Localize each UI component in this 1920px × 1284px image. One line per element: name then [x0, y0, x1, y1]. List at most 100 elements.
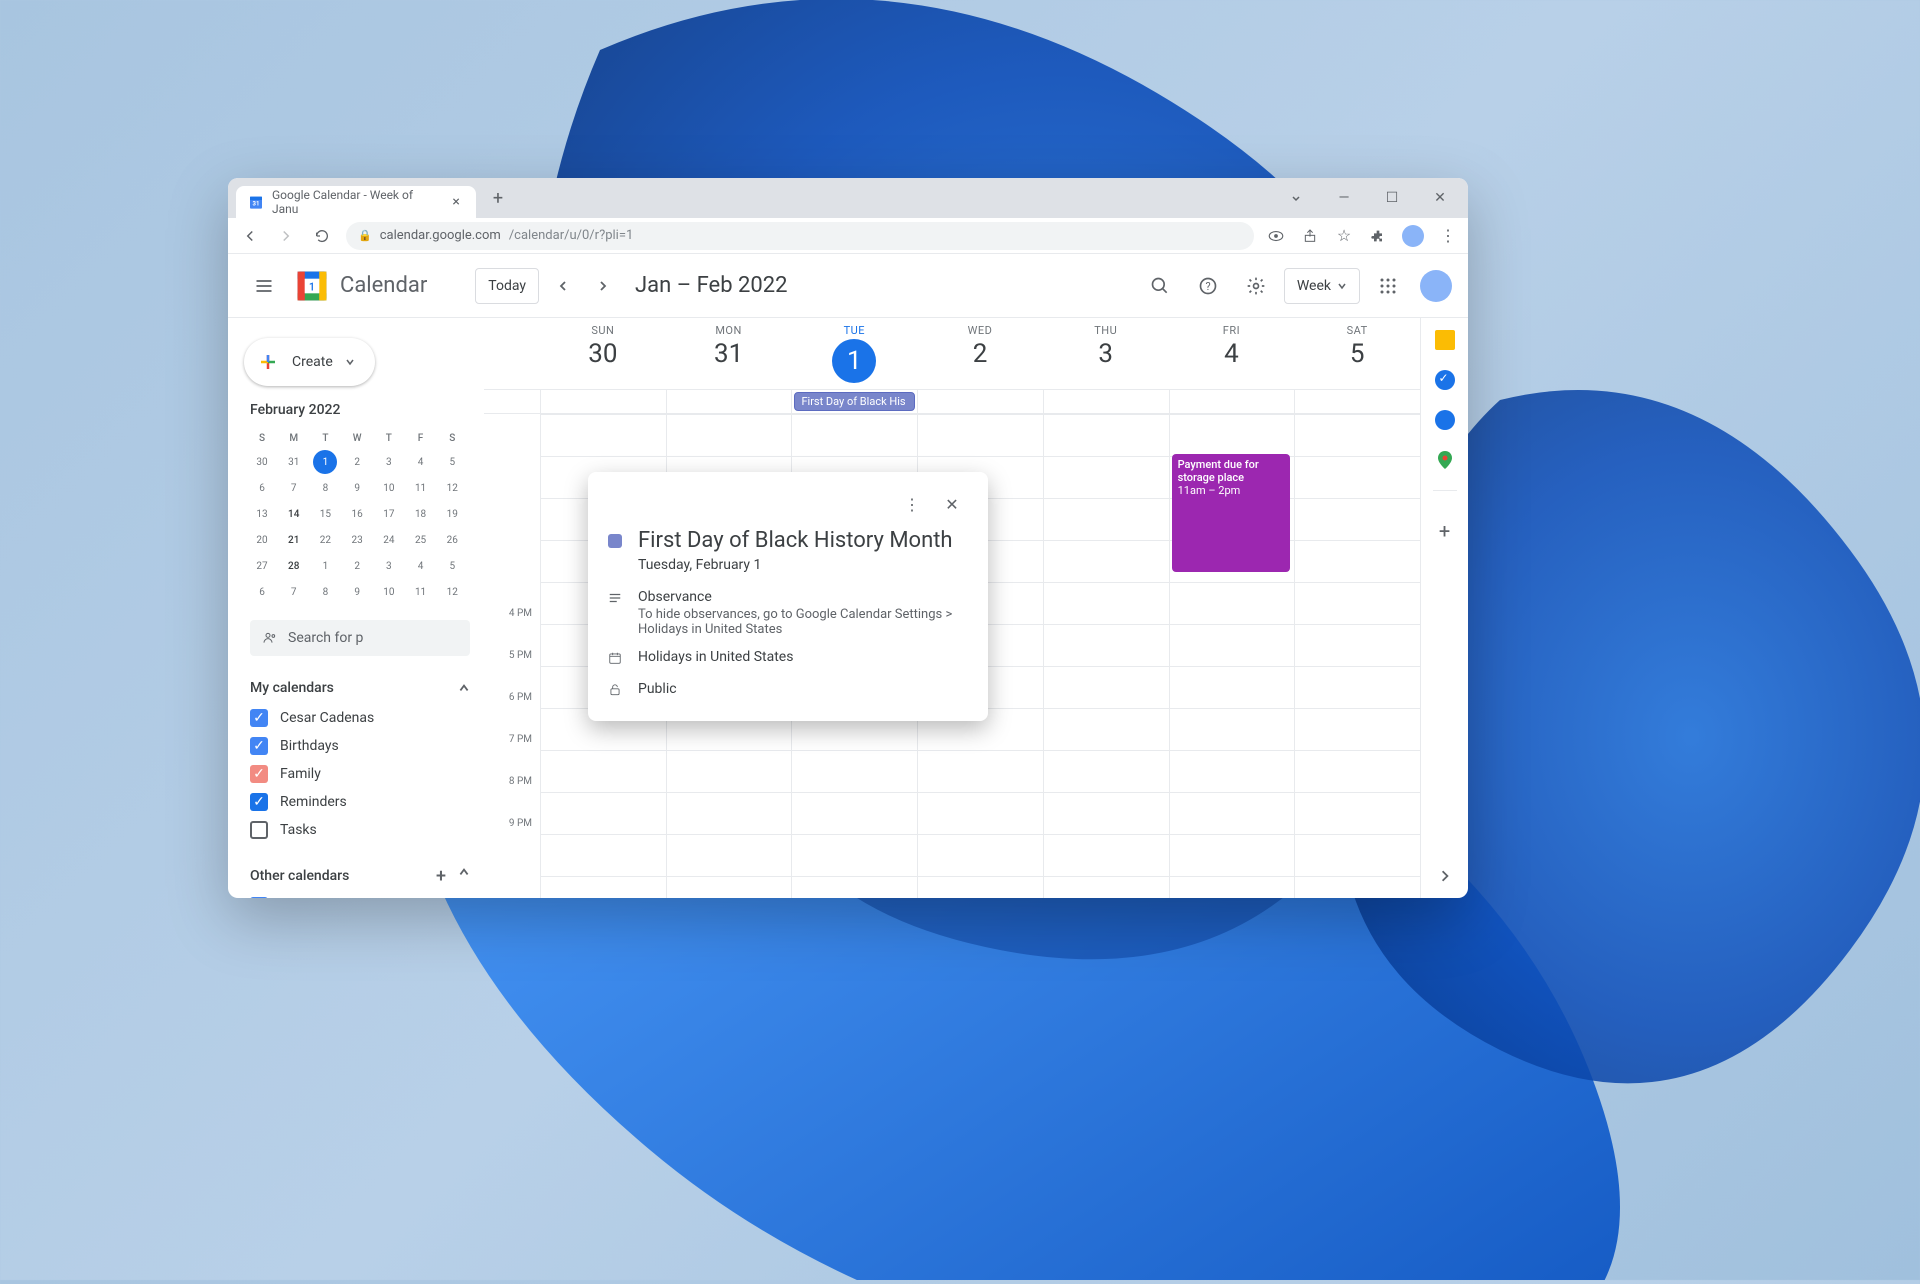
mini-day[interactable]: 15 — [313, 502, 337, 526]
mini-day[interactable]: 18 — [409, 502, 433, 526]
mini-day[interactable]: 14 — [282, 502, 306, 526]
mini-day[interactable]: 26 — [440, 528, 464, 552]
browser-profile-avatar[interactable] — [1402, 225, 1424, 247]
my-calendars-toggle[interactable]: My calendars — [250, 672, 470, 704]
mini-day[interactable]: 12 — [440, 580, 464, 604]
today-button[interactable]: Today — [475, 268, 539, 304]
day-header[interactable]: SUN30 — [540, 318, 666, 389]
view-selector[interactable]: Week — [1284, 268, 1360, 304]
mini-day[interactable]: 7 — [282, 476, 306, 500]
allday-cell[interactable] — [540, 390, 666, 413]
day-column[interactable]: Payment due for storage place11am – 2pm — [1169, 414, 1295, 898]
new-tab-button[interactable]: + — [484, 184, 512, 212]
day-column[interactable] — [1043, 414, 1169, 898]
allday-event[interactable]: First Day of Black His — [794, 392, 915, 411]
mini-day[interactable]: 7 — [282, 580, 306, 604]
tasks-icon[interactable] — [1435, 370, 1455, 390]
nav-forward-button[interactable] — [274, 224, 298, 248]
mini-day[interactable]: 20 — [250, 528, 274, 552]
share-icon[interactable] — [1300, 226, 1320, 246]
allday-cell[interactable] — [917, 390, 1043, 413]
mini-day[interactable]: 1 — [313, 554, 337, 578]
create-button[interactable]: Create — [244, 338, 375, 386]
window-close-button[interactable]: ✕ — [1420, 183, 1460, 213]
mini-day[interactable]: 22 — [313, 528, 337, 552]
window-minimize-button[interactable]: — — [1324, 183, 1364, 213]
day-header[interactable]: FRI4 — [1169, 318, 1295, 389]
mini-day[interactable]: 23 — [345, 528, 369, 552]
next-week-button[interactable] — [587, 270, 619, 302]
calendar-item[interactable]: ✓Cesar Cadenas — [250, 704, 470, 732]
add-addon-button[interactable]: + — [1439, 519, 1450, 543]
mini-day[interactable]: 17 — [377, 502, 401, 526]
extensions-icon[interactable] — [1368, 226, 1388, 246]
popup-options-button[interactable]: ⋮ — [896, 488, 928, 520]
mini-day[interactable]: 11 — [409, 476, 433, 500]
allday-cell[interactable]: First Day of Black His — [791, 390, 917, 413]
bookmark-star-icon[interactable]: ☆ — [1334, 226, 1354, 246]
close-tab-icon[interactable]: × — [448, 194, 464, 210]
contacts-icon[interactable] — [1435, 410, 1455, 430]
mini-day[interactable]: 5 — [440, 450, 464, 474]
mini-day[interactable]: 24 — [377, 528, 401, 552]
collapse-panel-button[interactable] — [1439, 867, 1451, 886]
day-header[interactable]: THU3 — [1043, 318, 1169, 389]
allday-cell[interactable] — [1043, 390, 1169, 413]
settings-button[interactable] — [1236, 266, 1276, 306]
day-header[interactable]: MON31 — [666, 318, 792, 389]
mini-day[interactable]: 10 — [377, 476, 401, 500]
maps-icon[interactable] — [1435, 450, 1455, 470]
eye-icon[interactable] — [1266, 226, 1286, 246]
mini-day[interactable]: 8 — [313, 476, 337, 500]
mini-day[interactable]: 21 — [282, 528, 306, 552]
calendar-checkbox[interactable] — [250, 821, 268, 839]
allday-cell[interactable] — [666, 390, 792, 413]
day-header[interactable]: TUE1 — [791, 318, 917, 389]
calendar-item[interactable]: ✓Holidays in United States — [250, 892, 470, 898]
mini-day[interactable]: 16 — [345, 502, 369, 526]
account-avatar[interactable] — [1420, 270, 1452, 302]
day-header[interactable]: SAT5 — [1294, 318, 1420, 389]
tab-search-icon[interactable] — [1276, 183, 1316, 213]
calendar-item[interactable]: ✓Reminders — [250, 788, 470, 816]
mini-day[interactable]: 31 — [282, 450, 306, 474]
mini-day[interactable]: 13 — [250, 502, 274, 526]
mini-day[interactable]: 5 — [440, 554, 464, 578]
calendar-checkbox[interactable]: ✓ — [250, 793, 268, 811]
calendar-checkbox[interactable]: ✓ — [250, 709, 268, 727]
prev-week-button[interactable] — [547, 270, 579, 302]
mini-day[interactable]: 25 — [409, 528, 433, 552]
mini-day[interactable]: 9 — [345, 580, 369, 604]
calendar-item[interactable]: ✓Birthdays — [250, 732, 470, 760]
mini-day[interactable]: 9 — [345, 476, 369, 500]
nav-reload-button[interactable] — [310, 224, 334, 248]
calendar-checkbox[interactable]: ✓ — [250, 897, 268, 898]
calendar-item[interactable]: ✓Family — [250, 760, 470, 788]
google-apps-button[interactable] — [1368, 266, 1408, 306]
keep-icon[interactable] — [1435, 330, 1455, 350]
calendar-checkbox[interactable]: ✓ — [250, 765, 268, 783]
mini-day[interactable]: 12 — [440, 476, 464, 500]
day-column[interactable] — [1294, 414, 1420, 898]
mini-day[interactable]: 4 — [409, 554, 433, 578]
mini-day[interactable]: 6 — [250, 476, 274, 500]
search-button[interactable] — [1140, 266, 1180, 306]
mini-day[interactable]: 3 — [377, 554, 401, 578]
mini-day[interactable]: 28 — [282, 554, 306, 578]
mini-day[interactable]: 11 — [409, 580, 433, 604]
window-maximize-button[interactable]: ☐ — [1372, 183, 1412, 213]
allday-cell[interactable] — [1294, 390, 1420, 413]
mini-day[interactable]: 3 — [377, 450, 401, 474]
day-header[interactable]: WED2 — [917, 318, 1043, 389]
add-calendar-icon[interactable]: + — [436, 866, 446, 887]
calendar-checkbox[interactable]: ✓ — [250, 737, 268, 755]
popup-close-button[interactable]: ✕ — [936, 488, 968, 520]
mini-day[interactable]: 8 — [313, 580, 337, 604]
calendar-event[interactable]: Payment due for storage place11am – 2pm — [1172, 454, 1291, 572]
browser-menu-icon[interactable]: ⋮ — [1438, 226, 1458, 246]
mini-day[interactable]: 10 — [377, 580, 401, 604]
url-input[interactable]: 🔒 calendar.google.com/calendar/u/0/r?pli… — [346, 222, 1254, 250]
mini-day[interactable]: 27 — [250, 554, 274, 578]
main-menu-button[interactable] — [244, 266, 284, 306]
mini-day[interactable]: 4 — [409, 450, 433, 474]
